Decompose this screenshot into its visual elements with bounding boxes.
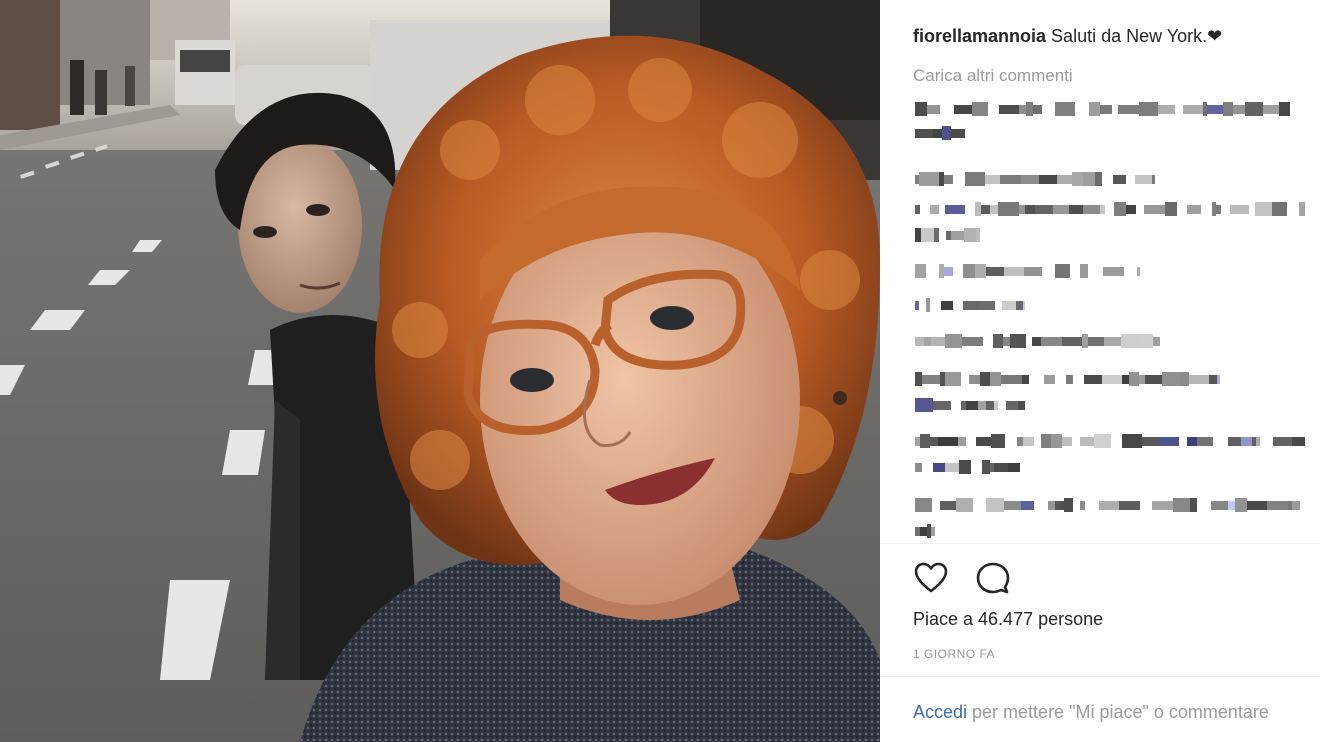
blurred-comment-line xyxy=(915,522,935,540)
comments-panel: fiorellamannoia Saluti da New York.❤ Car… xyxy=(880,0,1320,742)
post-timestamp: 1 GIORNO FA xyxy=(913,647,996,661)
blurred-comment-line xyxy=(915,332,1160,350)
heart-outline-icon xyxy=(914,562,948,593)
blurred-comment-line xyxy=(915,432,1305,450)
post-caption: fiorellamannoia Saluti da New York.❤ xyxy=(913,26,1222,47)
caption-text: Saluti da New York. xyxy=(1051,26,1208,46)
blurred-comment-line xyxy=(915,458,1020,476)
speech-bubble-icon xyxy=(976,562,1010,594)
blurred-comment-line xyxy=(915,170,1155,188)
blurred-comment-line xyxy=(915,100,1290,118)
heart-emoji: ❤ xyxy=(1207,26,1223,46)
post-photo xyxy=(0,0,880,742)
blurred-comment-line xyxy=(915,200,1305,218)
likes-count[interactable]: Piace a 46.477 persone xyxy=(913,609,1103,630)
blurred-comment-line xyxy=(915,496,1300,514)
load-more-comments-link[interactable]: Carica altri commenti xyxy=(913,66,1073,86)
login-text: per mettere "Mi piace" o commentare xyxy=(967,702,1269,722)
blurred-comment-line xyxy=(915,262,1140,280)
post-actions xyxy=(913,560,1011,596)
blurred-comment-line xyxy=(915,396,1025,414)
comment-button[interactable] xyxy=(975,560,1011,596)
divider xyxy=(880,543,1320,544)
login-link[interactable]: Accedi xyxy=(913,702,967,722)
blurred-comment-line xyxy=(915,370,1220,388)
blurred-comment-line xyxy=(915,296,1025,314)
blurred-comment-line xyxy=(915,124,965,142)
like-button[interactable] xyxy=(913,560,949,596)
blurred-comment-line xyxy=(915,226,980,244)
divider xyxy=(880,676,1320,677)
login-prompt: Accedi per mettere "Mi piace" o commenta… xyxy=(913,700,1273,725)
caption-username[interactable]: fiorellamannoia xyxy=(913,26,1046,46)
